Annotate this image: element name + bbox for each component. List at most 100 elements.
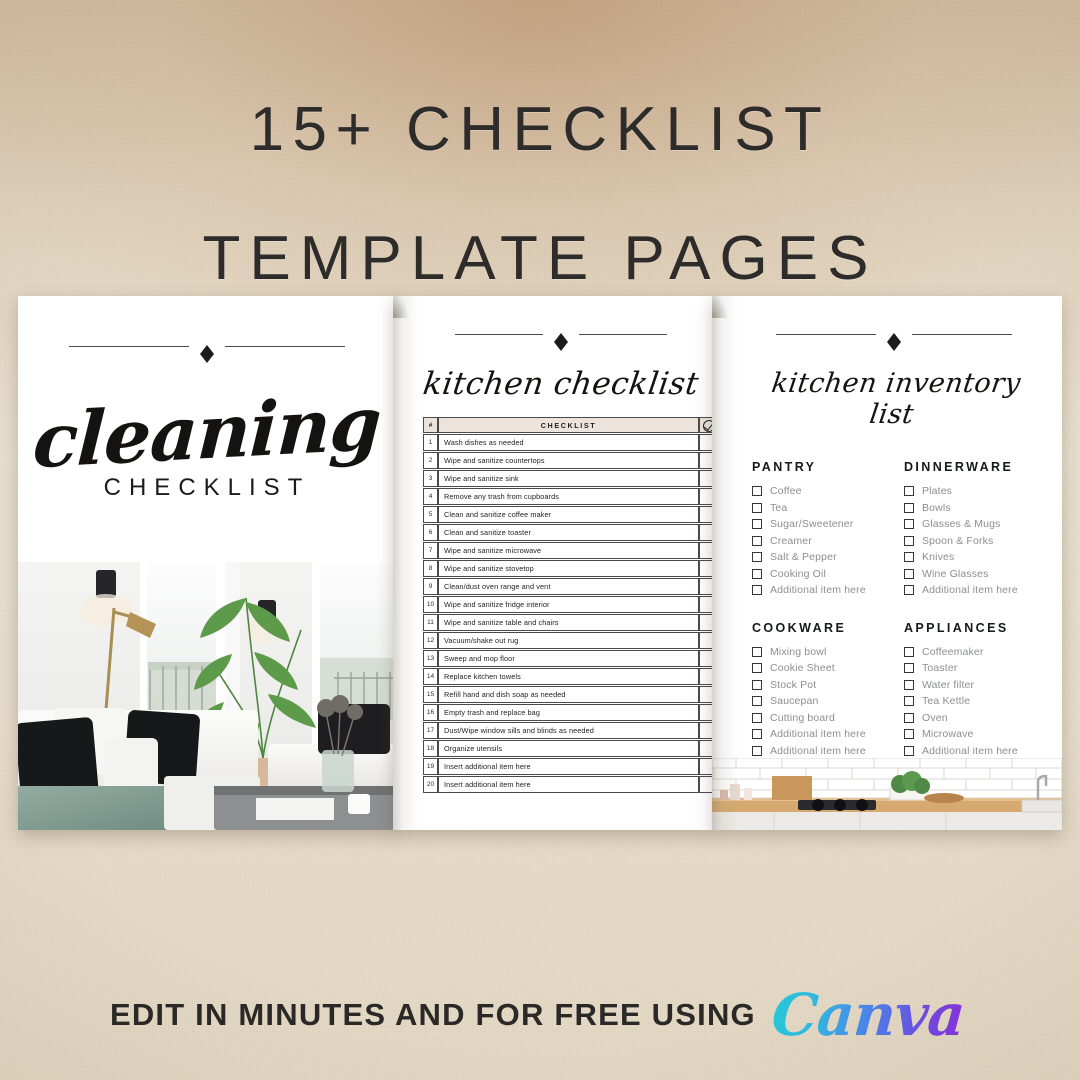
inventory-item[interactable]: Wine Glasses (904, 566, 1036, 583)
checkbox-icon[interactable] (904, 486, 914, 497)
inventory-item[interactable]: Saucepan (752, 693, 884, 710)
inventory-item[interactable]: Cookie Sheet (752, 660, 884, 677)
table-row[interactable]: 20 Insert additional item here (423, 776, 713, 793)
checkbox-icon[interactable] (904, 552, 914, 563)
inventory-item[interactable]: Sugar/Sweetener (752, 516, 884, 533)
row-checkbox[interactable] (699, 470, 713, 487)
row-checkbox[interactable] (699, 506, 713, 523)
row-checkbox[interactable] (699, 722, 713, 739)
inventory-item[interactable]: Microwave (904, 726, 1036, 743)
table-row[interactable]: 3 Wipe and sanitize sink (423, 470, 713, 487)
checkbox-icon[interactable] (752, 712, 762, 723)
checkbox-icon[interactable] (752, 568, 762, 579)
checkbox-icon[interactable] (752, 502, 762, 513)
row-checkbox[interactable] (699, 740, 713, 757)
checkbox-icon[interactable] (752, 745, 762, 756)
row-checkbox[interactable] (699, 542, 713, 559)
checkbox-icon[interactable] (752, 585, 762, 596)
inventory-item[interactable]: Oven (904, 710, 1036, 727)
row-checkbox[interactable] (699, 650, 713, 667)
checkbox-icon[interactable] (752, 552, 762, 563)
checkbox-icon[interactable] (904, 585, 914, 596)
table-row[interactable]: 13 Sweep and mop floor (423, 650, 713, 667)
inventory-item[interactable]: Toaster (904, 660, 1036, 677)
inventory-item[interactable]: Additional item here (752, 726, 884, 743)
cover-page[interactable]: cleaning CHECKLIST (18, 296, 396, 830)
inventory-item[interactable]: Knives (904, 549, 1036, 566)
inventory-item[interactable]: Additional item here (752, 743, 884, 760)
inventory-item[interactable]: Additional item here (904, 582, 1036, 599)
inventory-item[interactable]: Additional item here (752, 582, 884, 599)
checkbox-icon[interactable] (904, 729, 914, 740)
inventory-item[interactable]: Additional item here (904, 743, 1036, 760)
row-checkbox[interactable] (699, 560, 713, 577)
checkbox-icon[interactable] (904, 712, 914, 723)
checkbox-icon[interactable] (904, 519, 914, 530)
checkbox-icon[interactable] (752, 535, 762, 546)
inventory-item[interactable]: Salt & Pepper (752, 549, 884, 566)
inventory-item[interactable]: Spoon & Forks (904, 533, 1036, 550)
row-checkbox[interactable] (699, 434, 713, 451)
checkbox-icon[interactable] (904, 696, 914, 707)
row-checkbox[interactable] (699, 578, 713, 595)
inventory-item[interactable]: Cutting board (752, 710, 884, 727)
inventory-item[interactable]: Coffee (752, 483, 884, 500)
checkbox-icon[interactable] (752, 663, 762, 674)
inventory-item[interactable]: Tea (752, 500, 884, 517)
checkbox-icon[interactable] (904, 646, 914, 657)
row-checkbox[interactable] (699, 524, 713, 541)
checklist-table[interactable]: # CHECKLIST 1 Wash dishes as needed 2 Wipe … (423, 416, 713, 794)
table-row[interactable]: 8 Wipe and sanitize stovetop (423, 560, 713, 577)
table-row[interactable]: 14 Replace kitchen towels (423, 668, 713, 685)
table-row[interactable]: 16 Empty trash and replace bag (423, 704, 713, 721)
table-row[interactable]: 19 Insert additional item here (423, 758, 713, 775)
kitchen-inventory-page[interactable]: kitchen inventory list PANTRY Coffee Tea Su… (712, 296, 1062, 830)
checkbox-icon[interactable] (752, 679, 762, 690)
checkbox-icon[interactable] (904, 535, 914, 546)
row-checkbox[interactable] (699, 704, 713, 721)
checkbox-icon[interactable] (752, 696, 762, 707)
table-row[interactable]: 7 Wipe and sanitize microwave (423, 542, 713, 559)
table-row[interactable]: 4 Remove any trash from cupboards (423, 488, 713, 505)
checkbox-icon[interactable] (904, 745, 914, 756)
table-row[interactable]: 15 Refill hand and dish soap as needed (423, 686, 713, 703)
inventory-item[interactable]: Water filter (904, 677, 1036, 694)
checkbox-icon[interactable] (752, 519, 762, 530)
table-row[interactable]: 1 Wash dishes as needed (423, 434, 713, 451)
table-row[interactable]: 11 Wipe and sanitize table and chairs (423, 614, 713, 631)
checkbox-icon[interactable] (904, 663, 914, 674)
checkbox-icon[interactable] (752, 729, 762, 740)
row-checkbox[interactable] (699, 452, 713, 469)
row-checkbox[interactable] (699, 668, 713, 685)
row-checkbox[interactable] (699, 596, 713, 613)
table-row[interactable]: 5 Clean and sanitize coffee maker (423, 506, 713, 523)
row-checkbox[interactable] (699, 632, 713, 649)
table-row[interactable]: 9 Clean/dust oven range and vent (423, 578, 713, 595)
row-checkbox[interactable] (699, 776, 713, 793)
inventory-item[interactable]: Stock Pot (752, 677, 884, 694)
table-row[interactable]: 10 Wipe and sanitize fridge interior (423, 596, 713, 613)
checkbox-icon[interactable] (752, 646, 762, 657)
inventory-item[interactable]: Glasses & Mugs (904, 516, 1036, 533)
inventory-item[interactable]: Tea Kettle (904, 693, 1036, 710)
inventory-item[interactable]: Bowls (904, 500, 1036, 517)
row-checkbox[interactable] (699, 686, 713, 703)
inventory-item[interactable]: Coffeemaker (904, 644, 1036, 661)
row-checkbox[interactable] (699, 488, 713, 505)
kitchen-checklist-page[interactable]: kitchen checklist # CHECKLIST 1 Wash dish… (393, 296, 713, 830)
checkbox-icon[interactable] (752, 486, 762, 497)
checkbox-icon[interactable] (904, 679, 914, 690)
row-checkbox[interactable] (699, 614, 713, 631)
table-row[interactable]: 2 Wipe and sanitize countertops (423, 452, 713, 469)
table-row[interactable]: 17 Dust/Wipe window sills and blinds as n… (423, 722, 713, 739)
inventory-item[interactable]: Mixing bowl (752, 644, 884, 661)
table-row[interactable]: 6 Clean and sanitize toaster (423, 524, 713, 541)
inventory-item[interactable]: Plates (904, 483, 1036, 500)
inventory-item[interactable]: Cooking Oil (752, 566, 884, 583)
checkbox-icon[interactable] (904, 568, 914, 579)
inventory-item[interactable]: Creamer (752, 533, 884, 550)
table-row[interactable]: 12 Vacuum/shake out rug (423, 632, 713, 649)
row-checkbox[interactable] (699, 758, 713, 775)
table-row[interactable]: 18 Organize utensils (423, 740, 713, 757)
checkbox-icon[interactable] (904, 502, 914, 513)
